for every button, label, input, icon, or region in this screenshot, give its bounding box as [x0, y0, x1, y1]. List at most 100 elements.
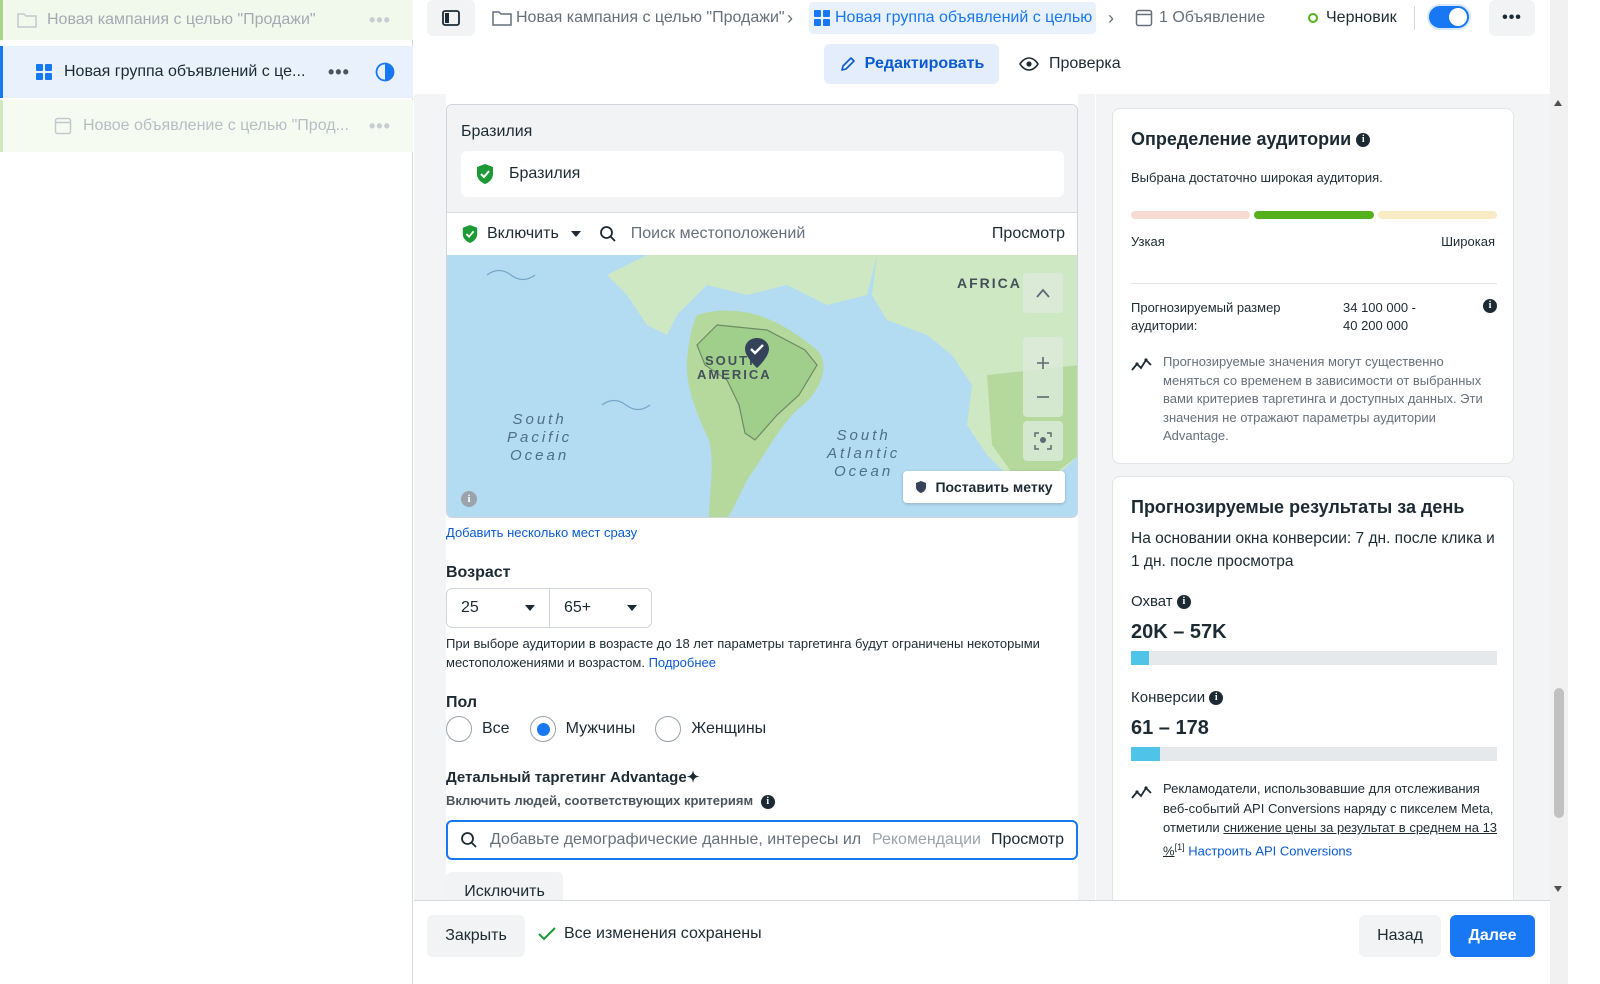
- scrollbar-track[interactable]: [1550, 0, 1568, 984]
- add-multiple-locations-link[interactable]: Добавить несколько мест сразу: [446, 525, 637, 540]
- sidebar-panel-icon: [442, 10, 460, 26]
- age-label: Возраст: [446, 564, 511, 581]
- location-check-icon: [462, 225, 478, 243]
- radio-circle[interactable]: [655, 716, 682, 742]
- folder-icon: [17, 11, 37, 29]
- audience-status: Выбрана достаточно широкая аудитория.: [1131, 170, 1383, 185]
- location-search-row: Включить Поиск местоположений Просмотр: [447, 213, 1077, 255]
- adset-more-icon[interactable]: •••: [328, 62, 350, 83]
- map-label-atlantic-2: Atlantic: [827, 445, 901, 462]
- next-button[interactable]: Далее: [1450, 915, 1535, 957]
- location-map[interactable]: AFRICA SOUTH AMERICA South Pacific Ocean…: [447, 255, 1077, 517]
- detailed-targeting-title: Детальный таргетинг Advantage✦: [446, 768, 699, 786]
- age-min-select[interactable]: 25: [447, 589, 549, 627]
- breadcrumb-campaign-label: Новая кампания с целью "Продажи": [516, 9, 785, 26]
- draft-dot-icon: [1308, 13, 1318, 23]
- map-pin-icon[interactable]: [744, 337, 770, 369]
- breadcrumb-bar: Новая кампания с целью "Продажи" › Новая…: [414, 0, 1550, 38]
- breadcrumb-ad-label: 1 Объявление: [1159, 9, 1266, 26]
- mode-switcher: Редактировать Проверка: [414, 42, 1550, 86]
- detailed-targeting-title-text: Детальный таргетинг Advantage: [446, 769, 687, 786]
- radio-circle[interactable]: [446, 716, 472, 742]
- divider: [1131, 283, 1497, 284]
- age-max-select[interactable]: 65+: [549, 589, 651, 627]
- info-icon[interactable]: i: [1209, 691, 1224, 706]
- map-label-africa: AFRICA: [957, 275, 1022, 291]
- location-search-input[interactable]: Поиск местоположений: [631, 225, 992, 243]
- trend-icon: [1131, 358, 1152, 371]
- pencil-icon: [840, 57, 855, 71]
- meter-narrow-label: Узкая: [1131, 234, 1165, 249]
- review-mode-button[interactable]: Проверка: [1019, 44, 1121, 84]
- half-circle-status-icon[interactable]: [375, 62, 395, 87]
- gender-all-radio[interactable]: Все: [446, 716, 510, 742]
- chevron-right-icon: ›: [787, 8, 793, 28]
- breadcrumb-adset-label: Новая группа объявлений с целью: [835, 9, 1093, 26]
- info-icon[interactable]: i: [1176, 595, 1191, 610]
- age-max-value: 65+: [564, 599, 592, 616]
- gender-male-radio[interactable]: Мужчины: [529, 716, 635, 742]
- daily-results-card: Прогнозируемые результаты за день На осн…: [1112, 476, 1514, 900]
- setup-capi-link[interactable]: Настроить API Conversions: [1188, 843, 1352, 858]
- breadcrumb-ad[interactable]: 1 Объявление: [1135, 0, 1265, 36]
- toggle-sidebar-button[interactable]: [427, 0, 475, 36]
- more-options-button[interactable]: •••: [1489, 0, 1535, 36]
- exclude-button[interactable]: Исключить: [446, 872, 563, 900]
- eye-icon: [1019, 57, 1039, 71]
- selected-location[interactable]: Бразилия: [461, 151, 1064, 197]
- close-button[interactable]: Закрыть: [427, 915, 525, 957]
- info-icon[interactable]: i: [1483, 299, 1497, 313]
- breadcrumb-adset[interactable]: Новая группа объявлений с целью: [809, 2, 1097, 34]
- zoom-up-control[interactable]: [1023, 273, 1063, 313]
- chevron-up-icon: [1036, 288, 1050, 298]
- info-icon[interactable]: i: [760, 794, 775, 809]
- edit-mode-button[interactable]: Редактировать: [824, 44, 999, 84]
- back-button[interactable]: Назад: [1359, 915, 1441, 957]
- map-info-icon[interactable]: i: [461, 491, 477, 507]
- scroll-up-icon[interactable]: [1554, 100, 1562, 106]
- detailed-targeting-search[interactable]: Добавьте демографические данные, интерес…: [446, 820, 1078, 860]
- campaign-name: Новая кампания с целью "Продажи": [47, 11, 316, 28]
- save-status-label: Все изменения сохранены: [564, 925, 762, 942]
- edit-mode-label: Редактировать: [864, 55, 985, 72]
- info-icon[interactable]: i: [1356, 133, 1371, 148]
- tree-item-ad[interactable]: Новое объявление с целью "Прод... •••: [0, 100, 413, 152]
- review-mode-label: Проверка: [1049, 55, 1121, 72]
- sparkle-icon: ✦: [686, 769, 700, 786]
- map-label-south-america-2: AMERICA: [697, 367, 772, 382]
- scroll-down-icon[interactable]: [1554, 886, 1562, 892]
- gender-female-radio[interactable]: Женщины: [655, 716, 766, 742]
- daily-results-title: Прогнозируемые результаты за день: [1131, 497, 1465, 517]
- zoom-in-icon[interactable]: [1036, 356, 1050, 370]
- include-dropdown[interactable]: Включить: [487, 225, 559, 243]
- suggestions-button[interactable]: Рекомендации: [872, 831, 981, 849]
- pin-icon: [916, 481, 927, 493]
- campaign-tree-sidebar: Новая кампания с целью "Продажи" ••• Нов…: [0, 0, 413, 984]
- radio-circle-selected[interactable]: [529, 716, 556, 742]
- campaign-more-icon[interactable]: •••: [369, 10, 391, 31]
- tree-item-campaign[interactable]: Новая кампания с целью "Продажи" •••: [0, 0, 413, 40]
- ad-more-icon[interactable]: •••: [369, 116, 391, 137]
- zoom-out-icon[interactable]: [1036, 396, 1050, 398]
- audience-definition-title: Определение аудитории i: [1131, 129, 1371, 150]
- capi-tip-ref[interactable]: [1]: [1175, 842, 1185, 852]
- chevron-down-icon: [525, 605, 535, 611]
- targeting-browse-button[interactable]: Просмотр: [991, 831, 1064, 849]
- detailed-targeting-input[interactable]: Добавьте демографические данные, интерес…: [490, 831, 860, 849]
- gender-label: Пол: [446, 694, 478, 711]
- location-browse-button[interactable]: Просмотр: [992, 225, 1065, 243]
- daily-results-basis: На основании окна конверсии: 7 дн. после…: [1131, 530, 1495, 570]
- adset-on-off-toggle[interactable]: [1427, 4, 1471, 30]
- chevron-down-icon[interactable]: [570, 231, 581, 237]
- breadcrumb-campaign[interactable]: Новая кампания с целью "Продажи": [492, 0, 785, 36]
- drop-pin-button[interactable]: Поставить метку: [903, 471, 1065, 503]
- save-status: Все изменения сохранены: [538, 925, 762, 943]
- drop-pin-label: Поставить метку: [935, 479, 1053, 495]
- audience-definition-card: Определение аудитории i Выбрана достаточ…: [1112, 108, 1514, 464]
- adset-editor[interactable]: Бразилия Бразилия Включить Поиск местопо…: [414, 94, 1095, 900]
- conversions-bar: [1131, 747, 1497, 761]
- age-learn-more-link[interactable]: Подробнее: [649, 655, 716, 670]
- locate-control[interactable]: [1023, 421, 1063, 461]
- scrollbar-thumb[interactable]: [1554, 688, 1564, 818]
- tree-item-adset[interactable]: Новая группа объявлений с це... •••: [0, 46, 413, 98]
